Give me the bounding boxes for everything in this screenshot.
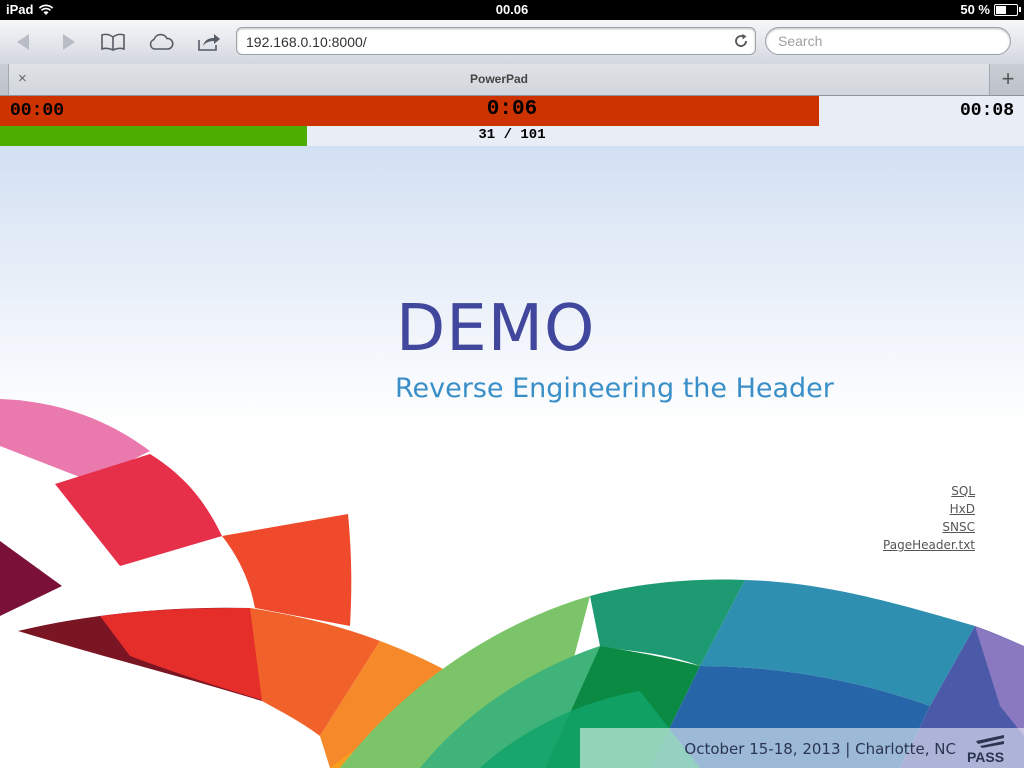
back-arrow-icon [17,34,29,50]
new-tab-button[interactable]: + [994,66,1022,93]
slide[interactable]: DEMO Reverse Engineering the Header SQL … [0,146,1024,768]
battery-icon [994,3,1021,16]
pass-logo-text: PASS [967,749,1004,765]
bookmarks-button[interactable] [98,28,128,56]
slide-title: DEMO [396,292,596,366]
search-input[interactable] [776,32,1000,50]
reload-icon[interactable] [733,33,749,49]
forward-button[interactable] [54,28,84,56]
back-button[interactable] [8,28,38,56]
link-hxd[interactable]: HxD [883,500,975,518]
slide-links: SQL HxD SNSC PageHeader.txt [883,482,975,554]
share-icon [198,34,220,51]
slide-decoration [0,399,1024,768]
forward-arrow-icon [63,34,75,50]
status-bar: iPad 00.06 50 % [0,0,1024,20]
tab-title: PowerPad [469,72,529,86]
search-field[interactable] [765,27,1011,55]
timer-total: 00:08 [959,101,1014,121]
link-sql[interactable]: SQL [883,482,975,500]
address-bar[interactable]: 192.168.0.10:8000/ [236,27,756,55]
tab-powerpad[interactable]: × PowerPad [8,64,990,95]
book-icon [101,33,125,51]
share-button[interactable] [194,28,224,56]
browser-toolbar: 192.168.0.10:8000/ [0,20,1024,65]
event-footer: October 15-18, 2013 | Charlotte, NC [684,740,956,758]
slide-subtitle: Reverse Engineering the Header [395,373,834,404]
status-time: 00.06 [495,2,529,17]
slide-counter: 31 / 101 [478,127,546,143]
timer-bar: 00:00 0:06 00:08 [0,96,1024,126]
battery-percent: 50 % [960,2,990,17]
link-pageheader[interactable]: PageHeader.txt [883,536,975,554]
slide-progress-bar: 31 / 101 [0,126,1024,146]
cloud-icon [149,33,174,50]
icloud-tabs-button[interactable] [146,28,176,56]
status-right: 50 % [960,2,1021,17]
url-text: 192.168.0.10:8000/ [246,34,367,50]
tab-bar: × PowerPad + [0,64,1024,96]
pass-logo-icon: PASS [967,735,1004,765]
timer-current: 0:06 [486,98,538,121]
link-snsc[interactable]: SNSC [883,518,975,536]
